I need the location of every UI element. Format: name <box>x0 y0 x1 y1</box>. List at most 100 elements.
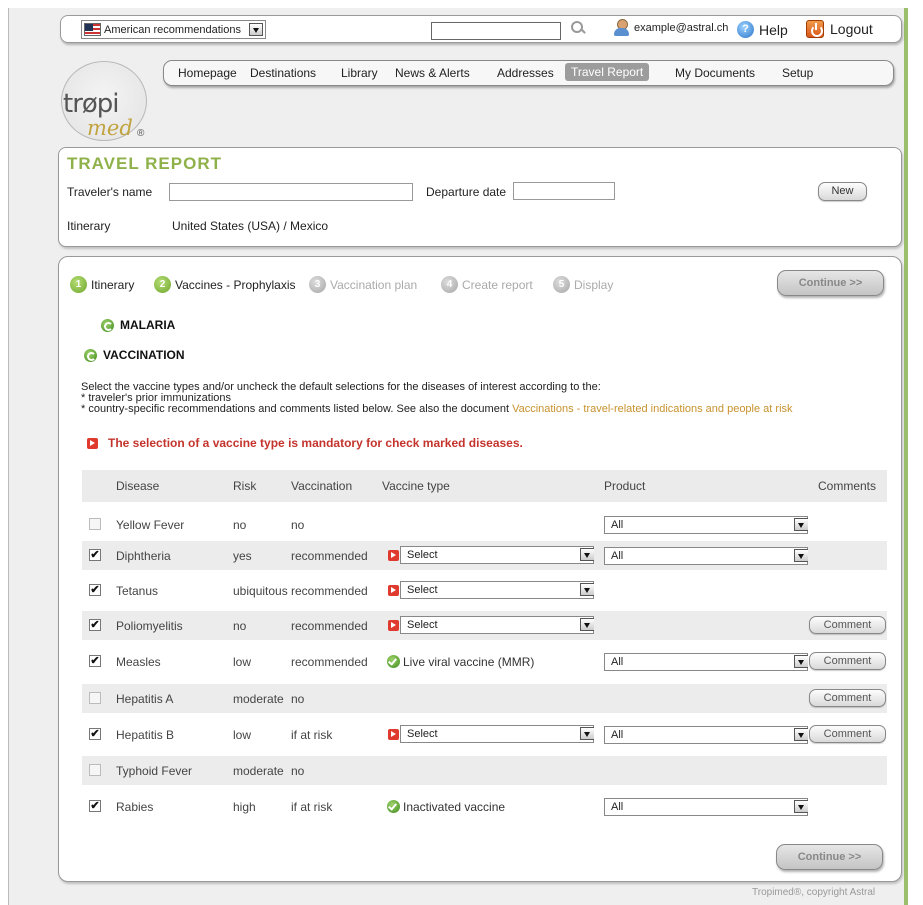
product-select[interactable]: All <box>604 547 808 565</box>
vaccine-table-header: Disease Risk Vaccination Vaccine type Pr… <box>82 470 887 502</box>
col-product: Product <box>604 479 646 493</box>
disease-name: Hepatitis B <box>116 728 175 742</box>
product-select[interactable]: All <box>604 726 808 744</box>
product-select[interactable]: All <box>604 653 808 671</box>
new-button[interactable]: New <box>818 182 867 201</box>
step-number: 5 <box>553 276 570 293</box>
vaccination-status: no <box>291 692 305 706</box>
disease-name: Poliomyelitis <box>116 619 183 633</box>
vaccine-type-value: Live viral vaccine (MMR) <box>403 655 535 669</box>
risk-level: yes <box>233 549 252 563</box>
chevron-down-icon[interactable] <box>580 618 594 631</box>
disease-checkbox <box>89 764 101 776</box>
language-select[interactable]: American recommendations <box>81 20 266 39</box>
chevron-down-icon[interactable] <box>580 727 594 740</box>
risk-level: no <box>233 518 247 532</box>
nav-setup[interactable]: Setup <box>782 66 813 80</box>
chevron-down-icon[interactable] <box>580 583 594 596</box>
user-email: example@astral.ch <box>634 22 729 34</box>
disease-name: Typhoid Fever <box>116 764 193 778</box>
disease-checkbox <box>89 692 101 704</box>
comment-button[interactable]: Comment <box>809 725 886 743</box>
disease-checkbox <box>89 518 101 530</box>
comment-button[interactable]: Comment <box>809 616 886 634</box>
nav-news-alerts[interactable]: News & Alerts <box>395 66 470 80</box>
departure-date-input[interactable] <box>513 182 615 200</box>
risk-level: low <box>233 655 252 669</box>
help-link[interactable]: ? Help <box>737 21 788 38</box>
step-vaccination-plan[interactable]: 3 Vaccination plan <box>309 276 417 293</box>
disease-checkbox[interactable]: ✔ <box>89 655 101 667</box>
comment-button[interactable]: Comment <box>809 689 886 707</box>
step-display[interactable]: 5 Display <box>553 276 613 293</box>
vaccine-type-value: Select <box>407 584 438 596</box>
step-number: 2 <box>154 276 171 293</box>
vaccine-type-value: Select <box>407 728 438 740</box>
main-nav: Homepage Destinations Library News & Ale… <box>163 60 894 86</box>
malaria-section-toggle[interactable]: MALARIA <box>101 318 175 332</box>
chevron-down-icon[interactable] <box>580 548 594 561</box>
col-vaccination: Vaccination <box>291 479 353 493</box>
disease-checkbox[interactable]: ✔ <box>89 619 101 631</box>
vaccine-type-value: Inactivated vaccine <box>403 800 506 814</box>
nav-addresses[interactable]: Addresses <box>497 66 554 80</box>
product-value: All <box>611 519 624 531</box>
user-account[interactable]: example@astral.ch <box>614 19 728 37</box>
vaccination-section-toggle[interactable]: VACCINATION <box>84 348 185 362</box>
disease-checkbox[interactable]: ✔ <box>89 584 101 596</box>
us-flag-icon <box>84 23 101 36</box>
instruction-line: * country-specific recommendations and c… <box>81 403 509 415</box>
itinerary-value: United States (USA) / Mexico <box>172 219 329 233</box>
product-select[interactable]: All <box>604 798 808 816</box>
col-disease: Disease <box>116 479 160 493</box>
continue-button-bottom[interactable]: Continue >> <box>776 844 883 870</box>
vaccine-type-select[interactable]: Select <box>400 581 594 599</box>
comment-button[interactable]: Comment <box>809 652 886 670</box>
chevron-down-icon[interactable] <box>794 655 808 668</box>
chevron-down-icon[interactable] <box>794 518 808 531</box>
top-bar: American recommendations example@astral.… <box>60 15 902 43</box>
vaccination-status: recommended <box>291 549 368 563</box>
nav-my-documents[interactable]: My Documents <box>675 66 755 80</box>
step-create-report[interactable]: 4 Create report <box>441 276 533 293</box>
logout-link[interactable]: Logout <box>806 20 873 38</box>
tropimed-logo[interactable]: trøpi med ® <box>55 53 165 153</box>
chevron-down-icon[interactable] <box>794 800 808 813</box>
disease-name: Diphtheria <box>116 549 171 563</box>
continue-button-top[interactable]: Continue >> <box>777 270 884 296</box>
nav-homepage[interactable]: Homepage <box>178 66 237 80</box>
chevron-down-icon[interactable] <box>794 728 808 741</box>
nav-destinations[interactable]: Destinations <box>250 66 316 80</box>
required-icon <box>388 729 399 740</box>
disease-name: Measles <box>116 655 161 669</box>
required-icon <box>388 620 399 631</box>
search-input[interactable] <box>431 22 561 40</box>
chevron-down-icon[interactable] <box>794 549 808 562</box>
col-risk: Risk <box>233 479 257 493</box>
table-row: Typhoid Fever moderate no <box>82 756 887 785</box>
vaccine-type-select[interactable]: Select <box>400 616 594 634</box>
nav-library[interactable]: Library <box>341 66 378 80</box>
disease-checkbox[interactable]: ✔ <box>89 800 101 812</box>
disease-checkbox[interactable]: ✔ <box>89 728 101 740</box>
search-icon[interactable] <box>571 21 586 36</box>
departure-date-label: Departure date <box>426 185 507 199</box>
check-icon <box>387 655 400 668</box>
malaria-heading: MALARIA <box>120 318 176 332</box>
refresh-icon <box>84 348 97 362</box>
chevron-down-icon[interactable] <box>248 23 263 36</box>
traveler-name-input[interactable] <box>169 183 413 201</box>
vaccinations-document-link[interactable]: Vaccinations - travel-related indication… <box>512 403 792 415</box>
table-row: ✔ Hepatitis B low if at risk Select All Commen… <box>82 720 887 749</box>
product-value: All <box>611 801 624 813</box>
col-vaccine-type: Vaccine type <box>382 479 450 493</box>
step-vaccines-prophylaxis[interactable]: 2 Vaccines - Prophylaxis <box>154 276 296 293</box>
table-row: ✔ Rabies high if at risk Inactivated vaccine… <box>82 792 887 821</box>
product-select[interactable]: All <box>604 516 808 534</box>
disease-checkbox[interactable]: ✔ <box>89 549 101 561</box>
step-itinerary[interactable]: 1 Itinerary <box>70 276 134 293</box>
nav-travel-report[interactable]: Travel Report <box>565 63 650 81</box>
vaccine-type-select[interactable]: Select <box>400 546 594 564</box>
vaccine-type-select[interactable]: Select <box>400 725 594 743</box>
vaccination-status: no <box>291 764 305 778</box>
